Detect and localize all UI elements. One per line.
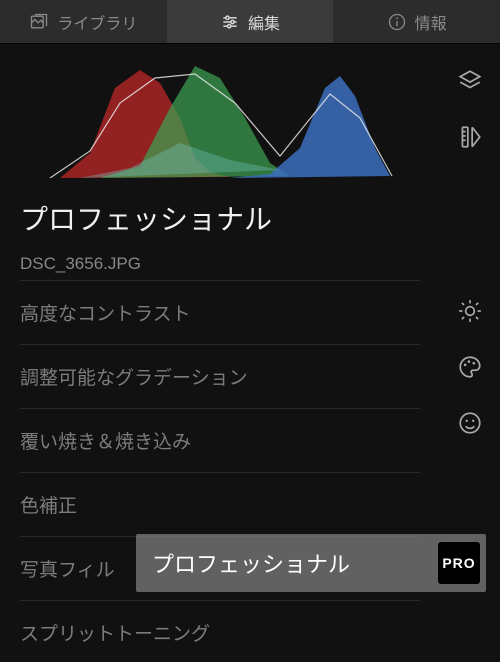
layers-icon[interactable] — [455, 66, 485, 96]
tab-edit-label: 編集 — [248, 10, 280, 34]
section-title: プロフェッショナル — [20, 198, 420, 238]
tab-library[interactable]: ライブラリ — [0, 0, 167, 43]
library-icon — [29, 12, 49, 32]
toast-label: プロフェッショナル — [152, 547, 350, 579]
face-icon[interactable] — [455, 408, 485, 438]
pro-badge: PRO — [438, 542, 480, 584]
histogram — [20, 48, 420, 178]
adjustment-item[interactable]: 覆い焼き＆焼き込み — [20, 408, 420, 472]
tab-edit[interactable]: 編集 — [167, 0, 334, 43]
info-icon — [387, 12, 407, 32]
exposure-icon[interactable] — [455, 296, 485, 326]
section-toast: プロフェッショナル PRO — [136, 534, 486, 592]
color-palette-icon[interactable] — [455, 352, 485, 382]
sliders-icon — [220, 12, 240, 32]
tab-info-label: 情報 — [415, 10, 447, 34]
adjustment-item[interactable]: 高度なコントラスト — [20, 280, 420, 344]
edit-panel: プロフェッショナル DSC_3656.JPG 高度なコントラスト 調整可能なグラ… — [0, 44, 500, 662]
tab-bar: ライブラリ 編集 情報 — [0, 0, 500, 44]
tab-info[interactable]: 情報 — [333, 0, 500, 43]
tab-library-label: ライブラリ — [57, 10, 137, 34]
adjustment-item[interactable]: スプリットトーニング — [20, 600, 420, 662]
ruler-icon[interactable] — [455, 122, 485, 152]
filename: DSC_3656.JPG — [20, 254, 420, 274]
adjustment-item[interactable]: 調整可能なグラデーション — [20, 344, 420, 408]
adjustment-item[interactable]: 色補正 — [20, 472, 420, 536]
